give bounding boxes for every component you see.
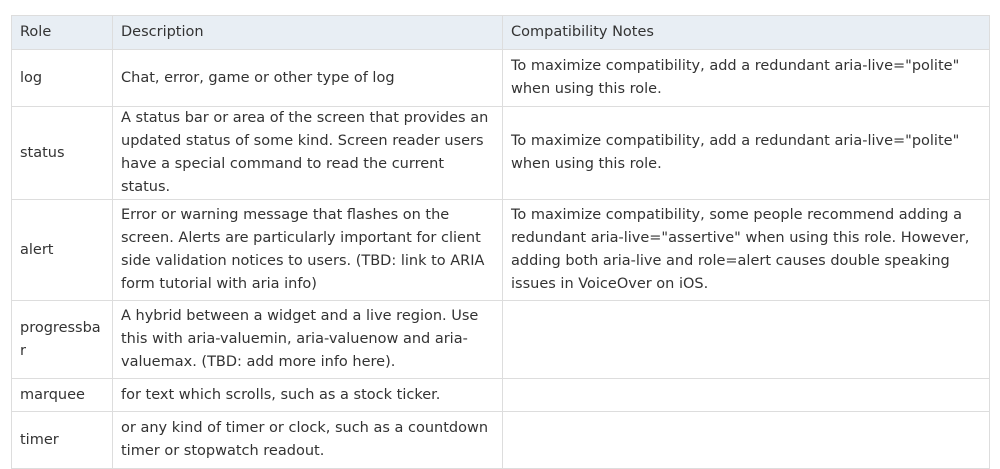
- description-cell: A hybrid between a widget and a live reg…: [112, 300, 503, 379]
- table-header-row: Role Description Compatibility Notes: [11, 15, 990, 50]
- table-row: alert Error or warning message that flas…: [11, 199, 990, 301]
- header-compatibility-notes: Compatibility Notes: [502, 15, 990, 50]
- role-cell: log: [11, 49, 113, 107]
- role-cell: alert: [11, 199, 113, 301]
- table-row: progressbar A hybrid between a widget an…: [11, 300, 990, 379]
- description-cell: Chat, error, game or other type of log: [112, 49, 503, 107]
- description-cell: Error or warning message that flashes on…: [112, 199, 503, 301]
- notes-cell: [502, 411, 990, 469]
- notes-cell: [502, 378, 990, 412]
- live-region-roles-table: Role Description Compatibility Notes log…: [11, 15, 990, 469]
- header-description: Description: [112, 15, 503, 50]
- role-cell: progressbar: [11, 300, 113, 379]
- notes-cell: [502, 300, 990, 379]
- description-cell: or any kind of timer or clock, such as a…: [112, 411, 503, 469]
- table-row: marquee for text which scrolls, such as …: [11, 378, 990, 412]
- role-cell: status: [11, 106, 113, 200]
- header-role: Role: [11, 15, 113, 50]
- notes-cell: To maximize compatibility, add a redunda…: [502, 49, 990, 107]
- description-cell: A status bar or area of the screen that …: [112, 106, 503, 200]
- table-row: timer or any kind of timer or clock, suc…: [11, 411, 990, 469]
- roles-table-container: Role Description Compatibility Notes log…: [11, 15, 990, 469]
- role-cell: timer: [11, 411, 113, 469]
- table-row: log Chat, error, game or other type of l…: [11, 49, 990, 107]
- notes-cell: To maximize compatibility, add a redunda…: [502, 106, 990, 200]
- table-row: status A status bar or area of the scree…: [11, 106, 990, 200]
- role-cell: marquee: [11, 378, 113, 412]
- notes-cell: To maximize compatibility, some people r…: [502, 199, 990, 301]
- description-cell: for text which scrolls, such as a stock …: [112, 378, 503, 412]
